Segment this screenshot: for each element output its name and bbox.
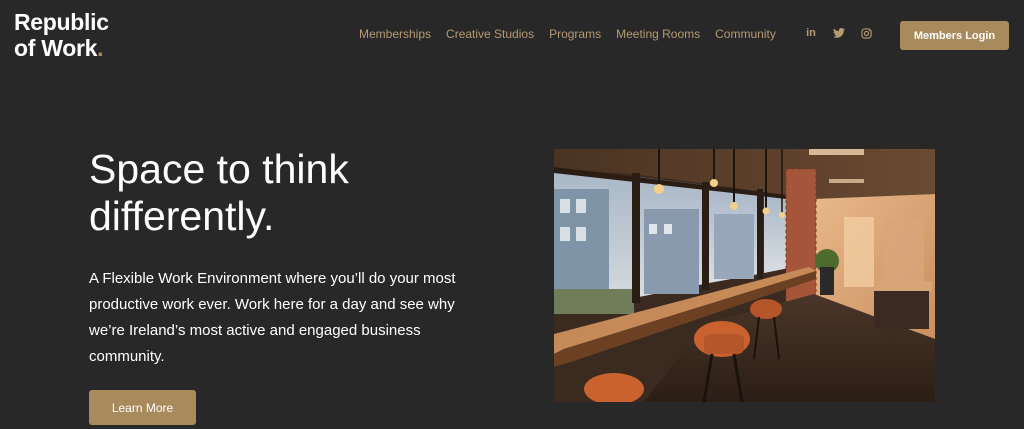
nav-item-creative-studios[interactable]: Creative Studios bbox=[446, 27, 534, 41]
hero-title-line1: Space to think bbox=[89, 146, 349, 192]
nav-item-community[interactable]: Community bbox=[715, 27, 776, 41]
twitter-icon[interactable] bbox=[833, 28, 845, 38]
linkedin-icon[interactable]: in bbox=[805, 27, 817, 39]
hero-title-line2: differently. bbox=[89, 193, 275, 239]
learn-more-button[interactable]: Learn More bbox=[89, 390, 196, 425]
brand-logo-dot: . bbox=[97, 35, 104, 61]
social-links: in bbox=[805, 27, 873, 39]
nav-item-meeting-rooms[interactable]: Meeting Rooms bbox=[616, 27, 700, 41]
hero-description: A Flexible Work Environment where you’ll… bbox=[89, 270, 456, 365]
nav-item-programs[interactable]: Programs bbox=[549, 27, 601, 41]
brand-logo-line2: of Work bbox=[14, 35, 98, 61]
brand-logo-line1: Republic bbox=[14, 9, 109, 35]
workspace-photo bbox=[554, 149, 935, 402]
hero-title: Space to think differently. bbox=[89, 146, 509, 240]
nav-item-memberships[interactable]: Memberships bbox=[359, 27, 431, 41]
brand-logo[interactable]: Republic of Work. bbox=[14, 9, 109, 61]
main-nav: Memberships Creative Studios Programs Me… bbox=[359, 27, 791, 41]
members-login-button[interactable]: Members Login bbox=[900, 21, 1009, 50]
instagram-icon[interactable] bbox=[861, 27, 873, 39]
